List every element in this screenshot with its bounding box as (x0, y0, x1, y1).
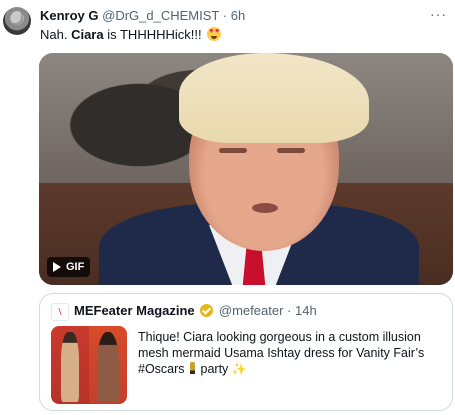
quoted-tweet-timestamp[interactable]: 14h (295, 303, 317, 318)
sparkles-icon: ✨ (231, 362, 247, 376)
play-icon (53, 262, 61, 272)
media-eye-right (277, 148, 305, 153)
quoted-tweet-text: Thique! Ciara looking gorgeous in a cust… (138, 329, 444, 377)
gif-label: GIF (66, 261, 85, 273)
quoted-text-party: party (197, 362, 232, 376)
tweet-text: Nah. Ciara is THHHHHick!!! (40, 27, 222, 43)
thumbnail-photo-left (51, 326, 89, 404)
quoted-author-name[interactable]: MEFeater Magazine (74, 303, 195, 318)
quoted-author-avatar[interactable]: \ (51, 303, 69, 321)
quoted-tweet[interactable]: \ MEFeater Magazine @mefeater · 14h Thiq… (39, 293, 453, 411)
tweet[interactable]: Kenroy G @DrG_d_CHEMIST · 6h ··· Nah. Ci… (0, 0, 455, 415)
media-mouth (252, 203, 278, 213)
tweet-timestamp[interactable]: 6h (231, 8, 245, 23)
quoted-media-thumbnail[interactable] (51, 326, 127, 404)
quoted-tweet-header: MEFeater Magazine @mefeater · 14h (74, 303, 317, 319)
quoted-header-separator: · (287, 303, 292, 318)
tweet-text-prefix: Nah. (40, 27, 72, 42)
author-handle[interactable]: @DrG_d_CHEMIST (102, 8, 219, 23)
author-name[interactable]: Kenroy G (40, 8, 99, 23)
tweet-text-bold: Ciara (71, 27, 104, 42)
tweet-header: Kenroy G @DrG_d_CHEMIST · 6h (40, 8, 245, 24)
header-separator: · (222, 8, 228, 23)
quoted-text-line-2: mesh mermaid Usama Ishtay dress for Vani… (138, 346, 425, 360)
quoted-text-line-1: Thique! Ciara looking gorgeous in a cust… (138, 330, 421, 344)
gif-badge[interactable]: GIF (47, 257, 91, 277)
more-options-icon[interactable]: ··· (430, 6, 447, 22)
author-avatar[interactable] (3, 7, 31, 35)
verified-gold-icon (200, 304, 214, 317)
media-eye-left (219, 148, 247, 153)
trophy-icon (190, 362, 196, 374)
heart-eyes-emoji-icon (207, 27, 222, 41)
oscars-hashtag[interactable]: #Oscars (138, 362, 185, 376)
quoted-author-handle[interactable]: @mefeater (219, 303, 284, 318)
gif-media[interactable]: GIF (39, 53, 453, 285)
thumbnail-photo-right (89, 326, 127, 404)
quoted-text-line-3: #Oscars party ✨ (138, 361, 444, 377)
tweet-text-suffix: is THHHHHick!!! (103, 27, 206, 42)
